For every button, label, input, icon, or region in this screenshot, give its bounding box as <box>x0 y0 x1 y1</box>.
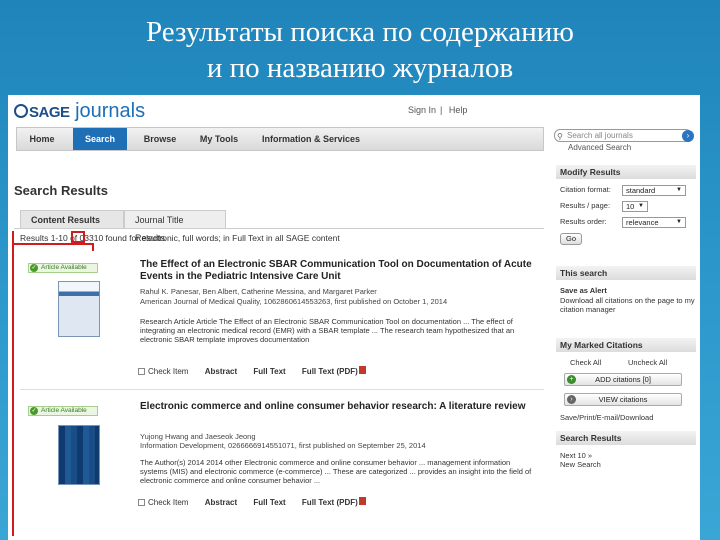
modify-results-heading: Modify Results <box>556 165 696 179</box>
result-links: Check Item Abstract Full Text Full Text … <box>138 366 366 376</box>
go-button-label: Go <box>565 234 576 243</box>
result-abstract-snippet: The Author(s) 2014 2014 other Electronic… <box>140 458 532 485</box>
tab-divider <box>14 228 544 229</box>
results-order-select[interactable]: relevance ▼ <box>622 217 686 228</box>
save-print-email-download-link[interactable]: Save/Print/E-mail/Download <box>560 413 696 422</box>
check-all-link[interactable]: Check All <box>570 358 630 367</box>
full-text-pdf-link[interactable]: Full Text (PDF) <box>301 366 366 376</box>
pdf-icon <box>358 366 366 374</box>
download-citations-link[interactable]: Download all citations on the page to my… <box>560 296 696 314</box>
annotation-line-horizontal <box>12 243 94 245</box>
search-go-button[interactable]: › <box>682 130 694 142</box>
abstract-link[interactable]: Abstract <box>205 367 237 376</box>
page-title: Search Results <box>14 183 108 198</box>
results-count: Results 1-10 of 03310 found for electron… <box>20 233 340 243</box>
annotation-line-tick <box>92 243 94 251</box>
top-bar: SAGE journals Sign In | Help <box>8 95 700 127</box>
full-text-link[interactable]: Full Text <box>253 367 285 376</box>
view-citations-label: VIEW citations <box>598 395 648 404</box>
result-links: Check Item Abstract Full Text Full Text … <box>138 497 366 507</box>
results-per-page-select[interactable]: 10 ▼ <box>622 201 648 212</box>
citation-format-value: standard <box>626 186 656 195</box>
abstract-link[interactable]: Abstract <box>205 498 237 507</box>
plus-icon: + <box>567 375 576 384</box>
slide-title-line1: Результаты поиска по содержанию <box>146 16 574 48</box>
availability-badge: ✓ Article Available <box>28 406 98 416</box>
uncheck-all-link[interactable]: Uncheck All <box>628 358 692 367</box>
result-title[interactable]: The Effect of an Electronic SBAR Communi… <box>140 259 532 283</box>
search-placeholder: Search all journals <box>567 131 633 140</box>
check-item-label: Check Item <box>148 367 189 376</box>
availability-badge: ✓ Article Available <box>28 263 98 273</box>
sage-logo-icon <box>14 104 28 118</box>
nav-browse[interactable]: Browse <box>135 128 185 150</box>
full-text-pdf-link[interactable]: Full Text (PDF) <box>301 497 366 507</box>
nav-my-tools[interactable]: My Tools <box>191 128 247 150</box>
pdf-icon <box>358 497 366 505</box>
go-button[interactable]: Go <box>560 233 582 245</box>
search-results-heading: Search Results <box>556 431 696 445</box>
annotation-highlight-box <box>71 231 85 243</box>
check-item-checkbox[interactable] <box>138 499 145 506</box>
availability-label: Article Available <box>41 264 87 271</box>
slide-title: Результаты поиска по содержанию и по наз… <box>0 14 720 86</box>
result-authors: Yujong Hwang and Jaeseok Jeong <box>140 432 256 441</box>
full-text-pdf-label: Full Text (PDF) <box>301 498 358 507</box>
my-marked-citations-heading: My Marked Citations <box>556 338 696 352</box>
logo-sage: SAGE <box>29 104 70 121</box>
journal-cover-thumbnail[interactable] <box>58 281 100 337</box>
results-order-value: relevance <box>626 218 659 227</box>
this-search-heading: This search <box>556 266 696 280</box>
view-citations-button[interactable]: › VIEW citations <box>564 393 682 406</box>
save-as-alert-link[interactable]: Save as Alert <box>560 286 696 295</box>
nav-information-services[interactable]: Information & Services <box>253 128 369 150</box>
tab-journal-title-results[interactable]: Journal Title Results <box>124 210 226 243</box>
slide-title-line2: и по названию журналов <box>206 52 514 84</box>
advanced-search-link[interactable]: Advanced Search <box>568 143 631 152</box>
screenshot-panel: SAGE journals Sign In | Help Home Search … <box>8 95 700 540</box>
result-source: American Journal of Medical Quality, 106… <box>140 297 448 306</box>
add-citations-label: ADD citations [0] <box>595 375 651 384</box>
journal-cover-thumbnail[interactable] <box>58 425 100 485</box>
check-icon: ✓ <box>30 264 38 272</box>
result-source: Information Development, 026666691455107… <box>140 441 426 450</box>
main-nav: Home Search Browse My Tools Information … <box>16 127 544 151</box>
results-per-page-value: 10 <box>626 202 635 211</box>
check-icon: ✓ <box>30 407 38 415</box>
availability-label: Article Available <box>41 407 87 414</box>
results-order-label: Results order: <box>560 217 607 226</box>
chevron-down-icon: ▼ <box>676 187 682 193</box>
view-icon: › <box>567 395 576 404</box>
citation-format-label: Citation format: <box>560 185 611 194</box>
nav-home[interactable]: Home <box>17 128 67 150</box>
result-title[interactable]: Electronic commerce and online consumer … <box>140 401 532 413</box>
sage-journals-logo[interactable]: SAGE journals <box>14 100 145 123</box>
next-10-link[interactable]: Next 10 » <box>560 451 696 460</box>
top-links: Sign In | Help <box>408 105 468 115</box>
results-per-page-label: Results / page: <box>560 201 611 210</box>
new-search-link[interactable]: New Search <box>560 460 696 469</box>
check-item-checkbox[interactable] <box>138 368 145 375</box>
tab-content-results[interactable]: Content Results <box>20 210 124 228</box>
citation-format-select[interactable]: standard ▼ <box>622 185 686 196</box>
search-icon: ⚲ <box>557 132 563 141</box>
check-item-label: Check Item <box>148 498 189 507</box>
result-abstract-snippet: Research Article Article The Effect of a… <box>140 317 515 344</box>
search-input[interactable]: ⚲ Search all journals <box>554 129 692 142</box>
logo-journals: journals <box>75 100 146 122</box>
chevron-down-icon: ▼ <box>638 203 644 209</box>
nav-search[interactable]: Search <box>73 128 127 150</box>
result-authors: Rahul K. Panesar, Ben Albert, Catherine … <box>140 287 377 296</box>
help-link[interactable]: Help <box>449 105 468 115</box>
chevron-down-icon: ▼ <box>676 219 682 225</box>
sign-in-link[interactable]: Sign In <box>408 105 436 115</box>
add-citations-button[interactable]: + ADD citations [0] <box>564 373 682 386</box>
full-text-pdf-label: Full Text (PDF) <box>301 367 358 376</box>
result-divider <box>20 389 544 390</box>
full-text-link[interactable]: Full Text <box>253 498 285 507</box>
annotation-line-vertical <box>12 231 14 536</box>
